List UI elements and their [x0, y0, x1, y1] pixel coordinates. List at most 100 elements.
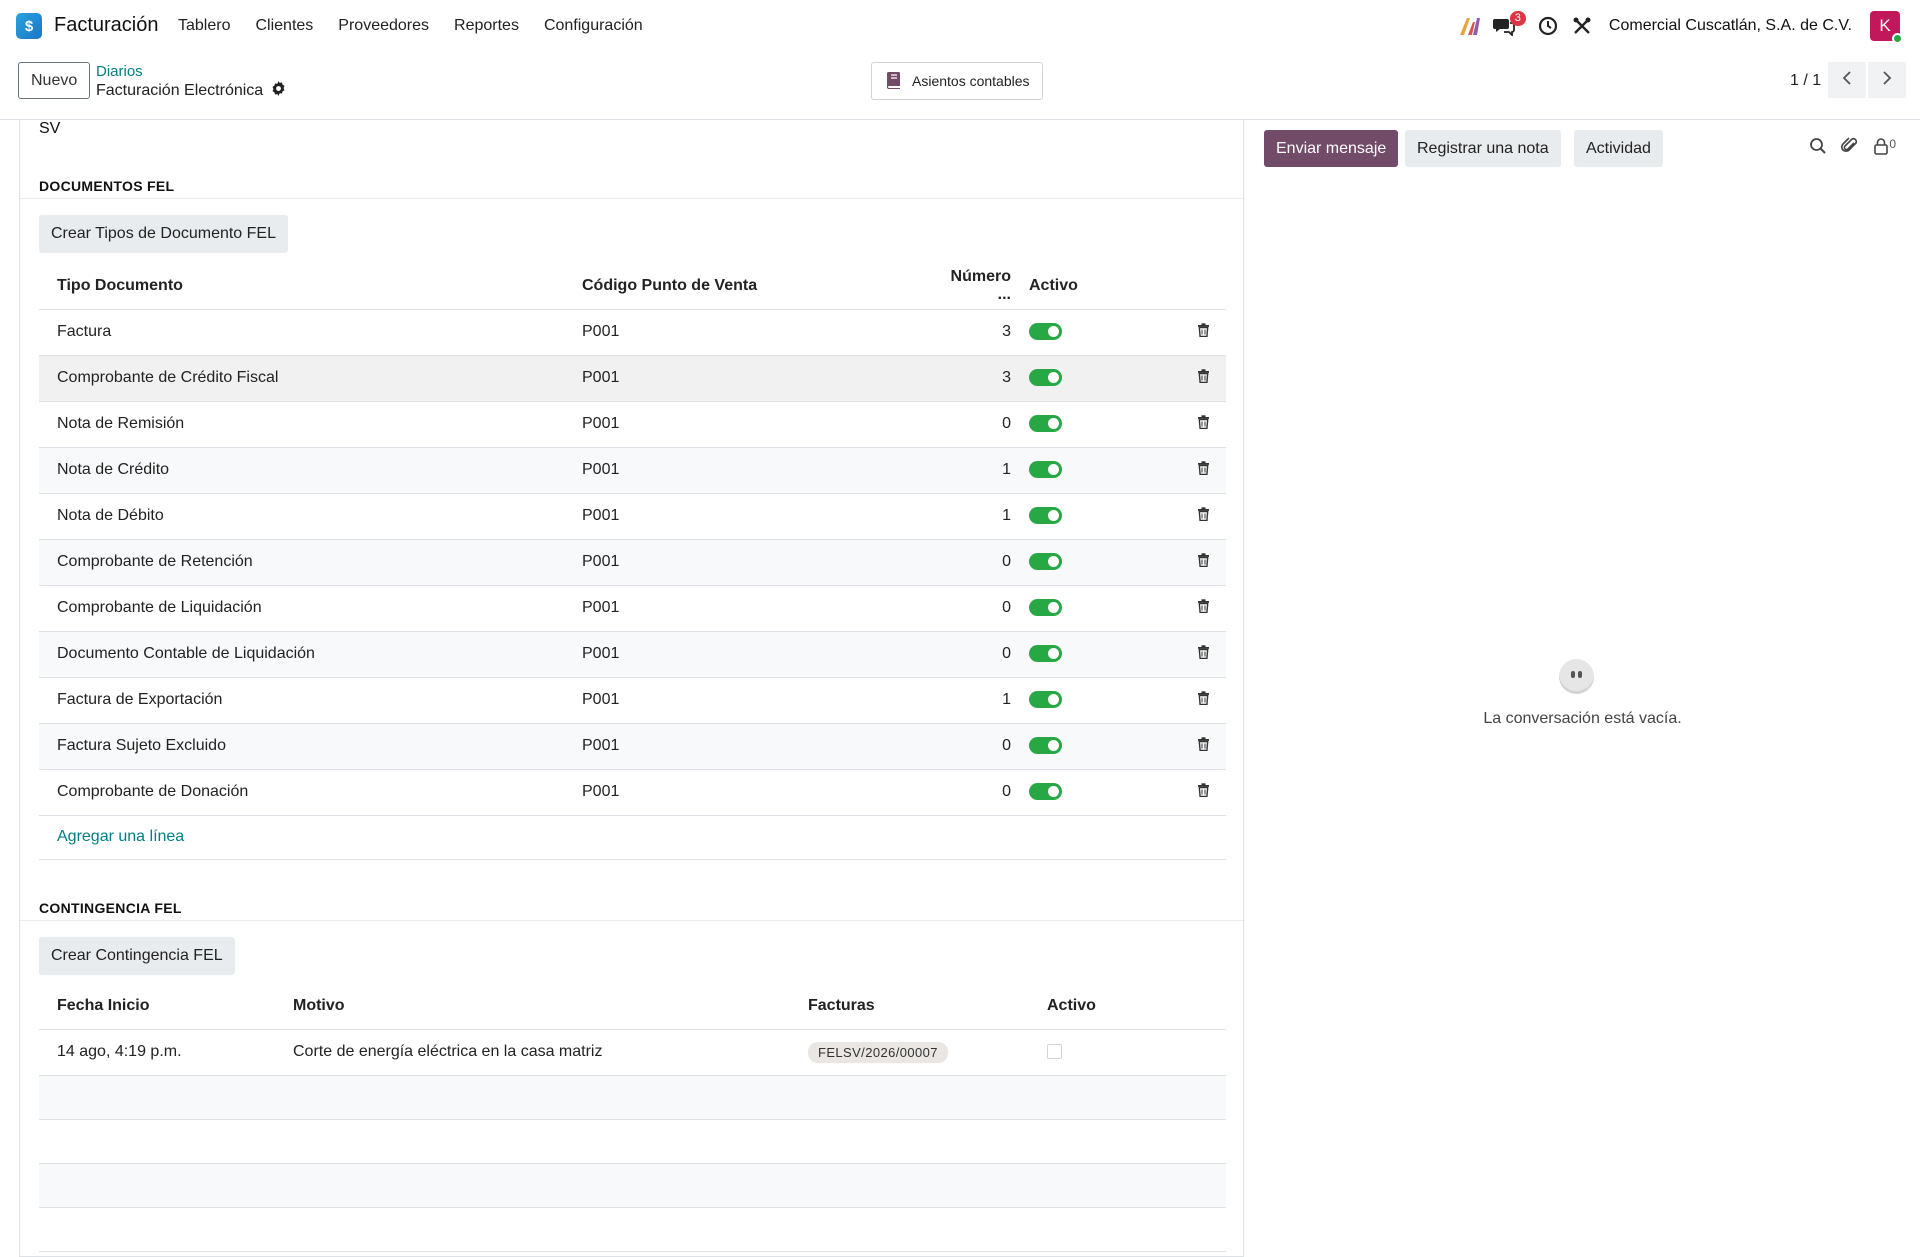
active-toggle[interactable]	[1029, 645, 1062, 663]
cell-codigo-punto-venta[interactable]: P001	[564, 401, 919, 448]
column-header-activo[interactable]: Activo	[1019, 263, 1139, 310]
menu-item-tablero[interactable]: Tablero	[178, 17, 230, 35]
activity-button[interactable]: Actividad	[1574, 130, 1663, 167]
cell-tipo-documento[interactable]: Factura de Exportación	[39, 677, 564, 724]
trash-icon[interactable]	[1197, 460, 1210, 475]
search-icon[interactable]	[1809, 137, 1827, 158]
table-row[interactable]: Nota de Débito P001 1	[39, 493, 1226, 540]
journal-entries-button[interactable]: Asientos contables	[871, 62, 1043, 100]
cell-tipo-documento[interactable]: Factura	[39, 309, 564, 356]
log-note-button[interactable]: Registrar una nota	[1405, 130, 1561, 167]
menu-item-proveedores[interactable]: Proveedores	[338, 17, 429, 35]
active-toggle[interactable]	[1029, 737, 1062, 755]
column-header-fecha[interactable]: Fecha Inicio	[39, 983, 275, 1030]
active-checkbox[interactable]	[1047, 1044, 1062, 1060]
cell-codigo-punto-venta[interactable]: P001	[564, 447, 919, 494]
send-message-button[interactable]: Enviar mensaje	[1264, 130, 1399, 167]
breadcrumb-diarios[interactable]: Diarios	[96, 63, 143, 80]
menu-item-reportes[interactable]: Reportes	[454, 17, 519, 35]
cell-numero[interactable]: 0	[919, 631, 1019, 678]
pager-value[interactable]: 1 / 1	[1790, 72, 1821, 90]
invoice-tag[interactable]: FELSV/2026/00007	[808, 1041, 948, 1063]
table-row[interactable]: Factura Sujeto Excluido P001 0	[39, 723, 1226, 770]
create-contingency-button[interactable]: Crear Contingencia FEL	[39, 937, 235, 975]
cell-tipo-documento[interactable]: Documento Contable de Liquidación	[39, 631, 564, 678]
app-name[interactable]: Facturación	[54, 14, 159, 37]
cell-fecha-inicio[interactable]: 14 ago, 4:19 p.m.	[39, 1029, 275, 1076]
table-row[interactable]: Comprobante de Retención P001 0	[39, 539, 1226, 586]
create-document-types-button[interactable]: Crear Tipos de Documento FEL	[39, 215, 288, 253]
table-row[interactable]: Comprobante de Crédito Fiscal P001 3	[39, 355, 1226, 402]
cell-numero[interactable]: 0	[919, 539, 1019, 586]
column-header-facturas[interactable]: Facturas	[790, 983, 1029, 1030]
cell-tipo-documento[interactable]: Nota de Débito	[39, 493, 564, 540]
column-header-numero[interactable]: Número ...	[919, 263, 1019, 310]
column-header-activo[interactable]: Activo	[1029, 983, 1226, 1030]
cell-numero[interactable]: 0	[919, 723, 1019, 770]
app-logo-icon[interactable]: $	[13, 13, 42, 42]
cell-codigo-punto-venta[interactable]: P001	[564, 769, 919, 816]
pager-previous-button[interactable]	[1828, 62, 1866, 98]
cell-tipo-documento[interactable]: Comprobante de Retención	[39, 539, 564, 586]
gear-icon[interactable]	[271, 81, 286, 101]
cell-codigo-punto-venta[interactable]: P001	[564, 585, 919, 632]
user-avatar[interactable]: K	[1870, 11, 1903, 44]
cell-numero[interactable]: 1	[919, 493, 1019, 540]
active-toggle[interactable]	[1029, 783, 1062, 801]
column-header-tipo[interactable]: Tipo Documento	[39, 263, 564, 310]
new-button[interactable]: Nuevo	[18, 62, 91, 99]
trash-icon[interactable]	[1197, 690, 1210, 705]
active-toggle[interactable]	[1029, 369, 1062, 387]
active-toggle[interactable]	[1029, 415, 1062, 433]
menu-item-clientes[interactable]: Clientes	[255, 17, 313, 35]
cell-numero[interactable]: 3	[919, 309, 1019, 356]
cell-numero[interactable]: 0	[919, 401, 1019, 448]
trash-icon[interactable]	[1197, 644, 1210, 659]
cell-codigo-punto-venta[interactable]: P001	[564, 539, 919, 586]
table-row[interactable]: Documento Contable de Liquidación P001 0	[39, 631, 1226, 678]
trash-icon[interactable]	[1197, 598, 1210, 613]
tools-icon[interactable]	[1569, 13, 1595, 39]
cell-numero[interactable]: 3	[919, 355, 1019, 402]
active-toggle[interactable]	[1029, 691, 1062, 709]
cell-numero[interactable]: 1	[919, 447, 1019, 494]
table-row[interactable]: Nota de Crédito P001 1	[39, 447, 1226, 494]
cell-codigo-punto-venta[interactable]: P001	[564, 355, 919, 402]
trash-icon[interactable]	[1197, 368, 1210, 383]
cell-codigo-punto-venta[interactable]: P001	[564, 493, 919, 540]
cell-tipo-documento[interactable]: Nota de Crédito	[39, 447, 564, 494]
cell-codigo-punto-venta[interactable]: P001	[564, 309, 919, 356]
column-header-motivo[interactable]: Motivo	[275, 983, 790, 1030]
table-row[interactable]: Factura P001 3	[39, 309, 1226, 356]
trash-icon[interactable]	[1197, 506, 1210, 521]
cell-motivo[interactable]: Corte de energía eléctrica en la casa ma…	[275, 1029, 790, 1076]
company-switcher[interactable]: Comercial Cuscatlán, S.A. de C.V.	[1609, 17, 1852, 35]
table-row[interactable]: Factura de Exportación P001 1	[39, 677, 1226, 724]
ai-assistant-icon[interactable]	[1457, 13, 1483, 39]
pager-next-button[interactable]	[1868, 62, 1906, 98]
messages-icon[interactable]: 3	[1491, 11, 1526, 39]
active-toggle[interactable]	[1029, 553, 1062, 571]
active-toggle[interactable]	[1029, 461, 1062, 479]
trash-icon[interactable]	[1197, 736, 1210, 751]
cell-numero[interactable]: 1	[919, 677, 1019, 724]
cell-tipo-documento[interactable]: Factura Sujeto Excluido	[39, 723, 564, 770]
followers-button[interactable]: 0	[1873, 137, 1896, 158]
active-toggle[interactable]	[1029, 323, 1062, 341]
cell-codigo-punto-venta[interactable]: P001	[564, 631, 919, 678]
add-line-link[interactable]: Agregar una línea	[57, 828, 184, 845]
trash-icon[interactable]	[1197, 782, 1210, 797]
table-row[interactable]: Comprobante de Liquidación P001 0	[39, 585, 1226, 632]
cell-tipo-documento[interactable]: Comprobante de Donación	[39, 769, 564, 816]
table-row[interactable]: Nota de Remisión P001 0	[39, 401, 1226, 448]
table-row[interactable]: 14 ago, 4:19 p.m. Corte de energía eléctr…	[39, 1029, 1226, 1076]
cell-codigo-punto-venta[interactable]: P001	[564, 677, 919, 724]
active-toggle[interactable]	[1029, 507, 1062, 525]
cell-tipo-documento[interactable]: Comprobante de Crédito Fiscal	[39, 355, 564, 402]
menu-item-configuracion[interactable]: Configuración	[544, 17, 643, 35]
cell-tipo-documento[interactable]: Comprobante de Liquidación	[39, 585, 564, 632]
cell-numero[interactable]: 0	[919, 769, 1019, 816]
trash-icon[interactable]	[1197, 414, 1210, 429]
clock-icon[interactable]	[1535, 13, 1561, 39]
table-row[interactable]: Comprobante de Donación P001 0	[39, 769, 1226, 816]
